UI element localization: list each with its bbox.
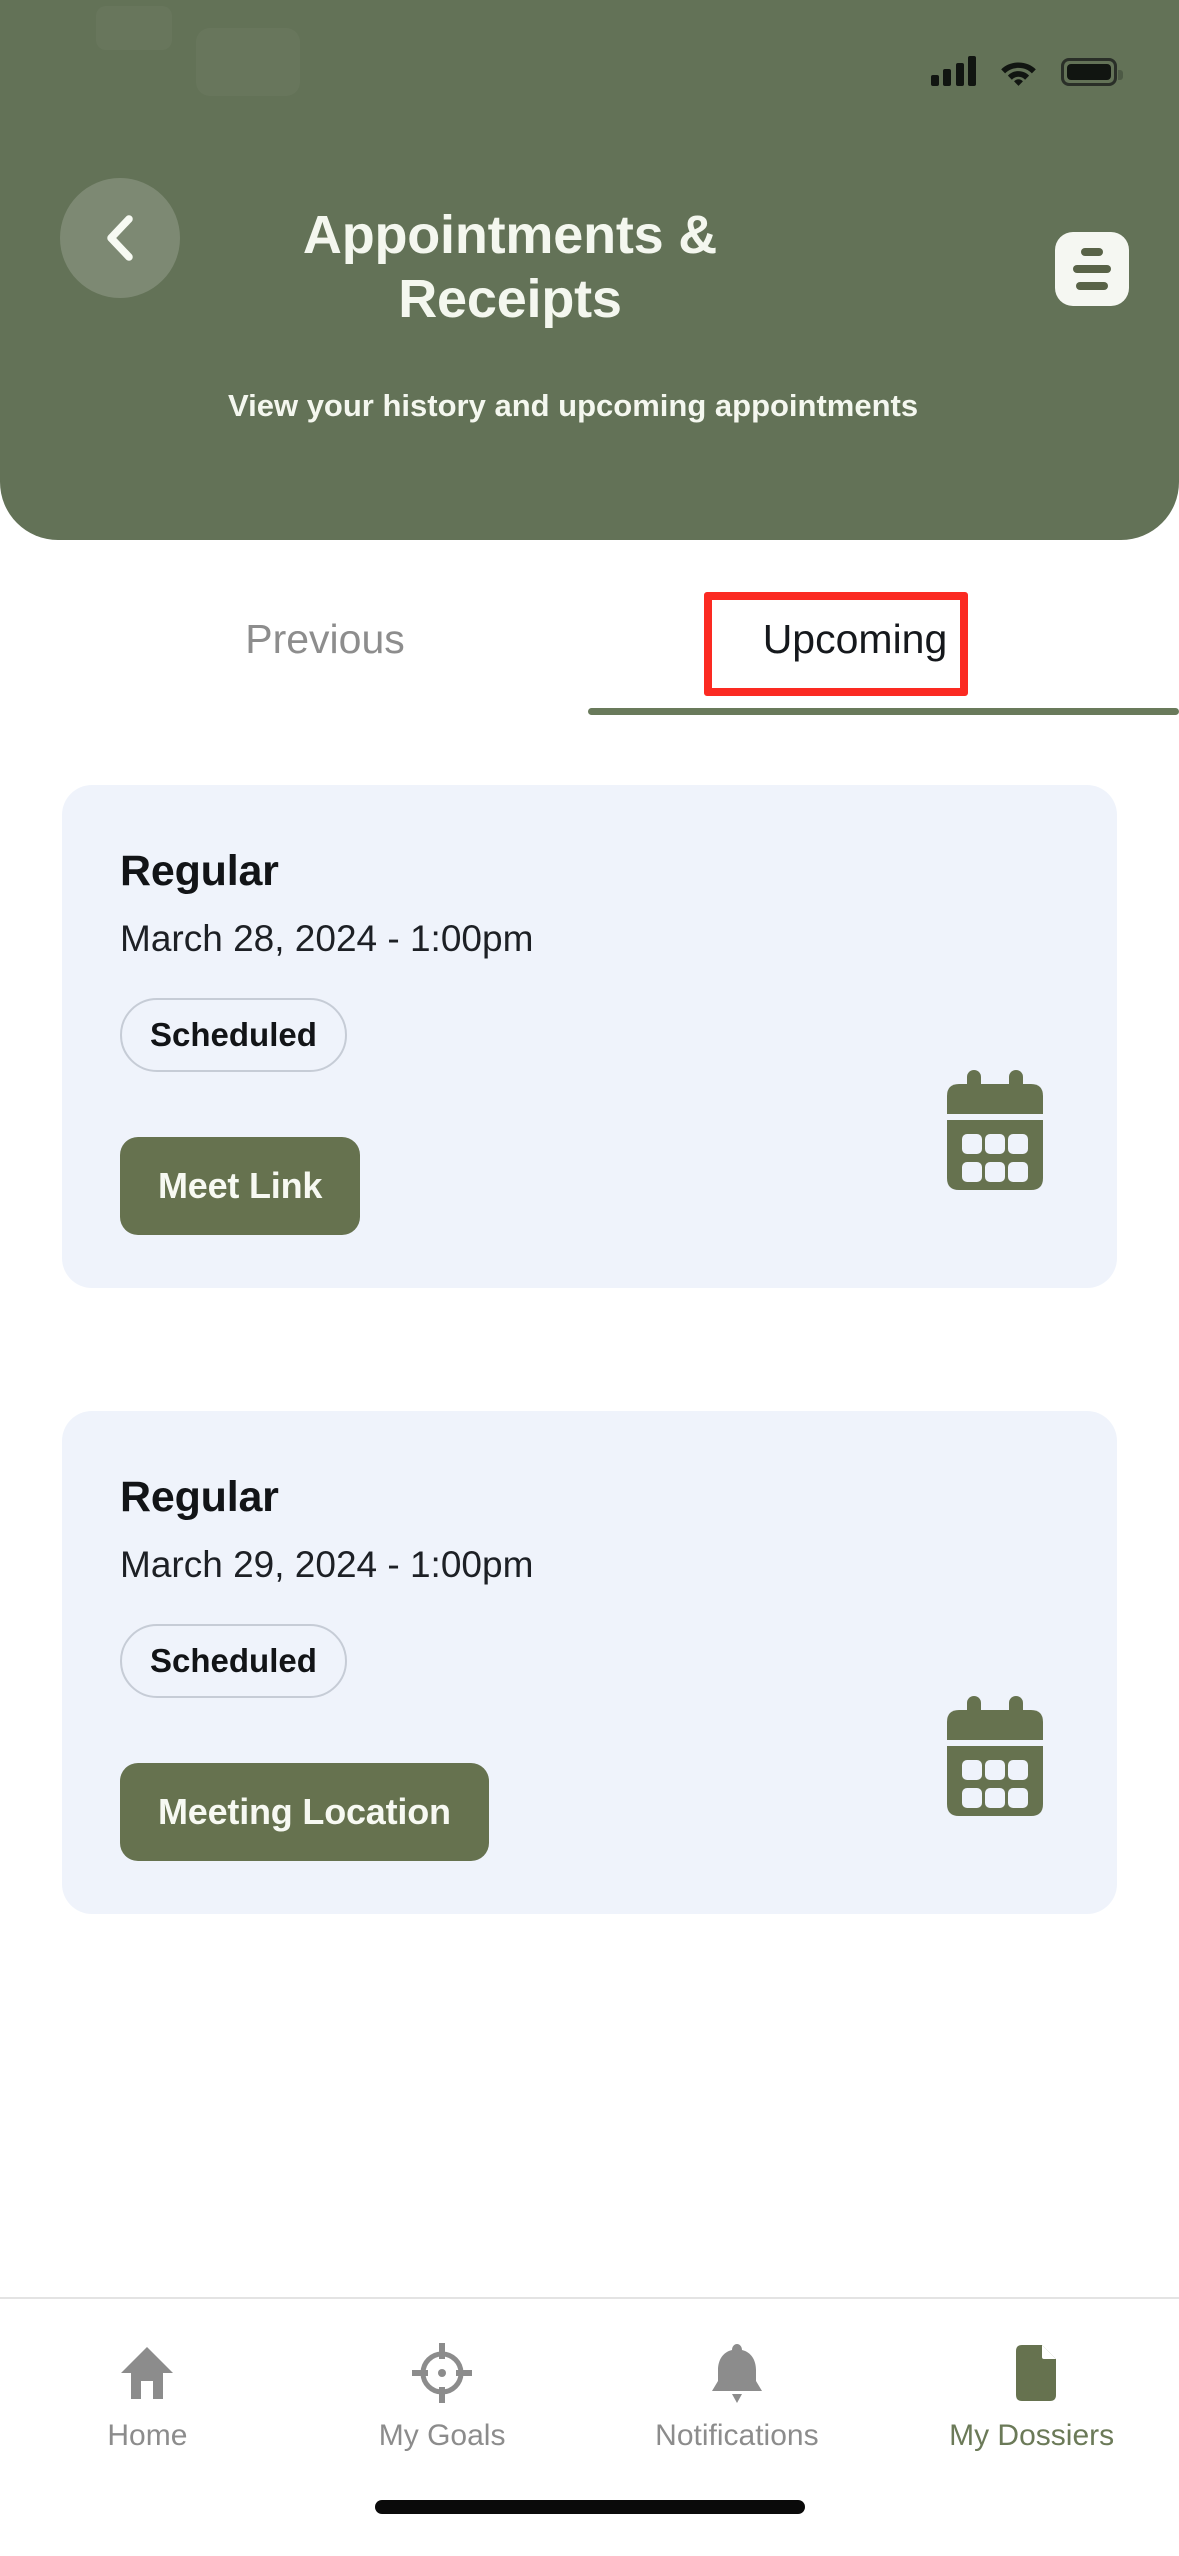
nav-label-my-dossiers: My Dossiers [949, 2419, 1115, 2452]
status-bar [0, 0, 1179, 110]
calendar-icon [947, 1070, 1043, 1190]
tab-previous[interactable]: Previous [60, 580, 590, 698]
calendar-icon [947, 1696, 1043, 1816]
meeting-location-button[interactable]: Meeting Location [120, 1763, 489, 1861]
tab-bar: Previous Upcoming [0, 580, 1179, 716]
home-indicator [374, 2500, 805, 2514]
nav-item-home[interactable]: Home [0, 2299, 295, 2489]
tab-upcoming[interactable]: Upcoming [590, 580, 1120, 698]
meet-link-button[interactable]: Meet Link [120, 1137, 361, 1235]
appointment-datetime: March 29, 2024 - 1:00pm [120, 1544, 534, 1585]
list-menu-icon[interactable] [1055, 232, 1129, 306]
target-icon [412, 2343, 473, 2403]
bell-icon [711, 2344, 762, 2403]
nav-label-home: Home [107, 2419, 188, 2452]
nav-item-notifications[interactable]: Notifications [590, 2299, 885, 2489]
document-icon [1015, 2345, 1056, 2401]
back-button[interactable] [60, 178, 180, 298]
nav-item-my-goals[interactable]: My Goals [295, 2299, 590, 2489]
appointment-card[interactable]: Regular March 28, 2024 - 1:00pm Schedule… [62, 785, 1117, 1288]
home-icon [121, 2347, 174, 2399]
chevron-left-icon [107, 215, 133, 261]
nav-label-notifications: Notifications [655, 2419, 819, 2452]
status-bar-icons [930, 56, 1123, 86]
nav-item-my-dossiers[interactable]: My Dossiers [884, 2299, 1179, 2489]
app-screen: Appointments & Receipts View your histor… [0, 0, 1179, 2556]
appointment-title: Regular [120, 847, 279, 895]
status-badge: Scheduled [120, 1624, 347, 1698]
nav-label-my-goals: My Goals [378, 2419, 506, 2452]
appointment-card[interactable]: Regular March 29, 2024 - 1:00pm Schedule… [62, 1411, 1117, 1914]
page-header: Appointments & Receipts View your histor… [0, 0, 1179, 540]
appointment-datetime: March 28, 2024 - 1:00pm [120, 918, 534, 959]
battery-icon [1061, 58, 1123, 86]
tab-active-indicator [588, 708, 1179, 715]
bottom-navigation: Home My Goals Notifications My Dossiers [0, 2299, 1179, 2489]
appointment-title: Regular [120, 1473, 279, 1521]
page-title: Appointments & Receipts [302, 205, 718, 329]
status-badge: Scheduled [120, 998, 347, 1072]
cellular-signal-icon [930, 56, 976, 86]
wifi-icon [1001, 62, 1036, 86]
page-subtitle: View your history and upcoming appointme… [228, 388, 919, 423]
